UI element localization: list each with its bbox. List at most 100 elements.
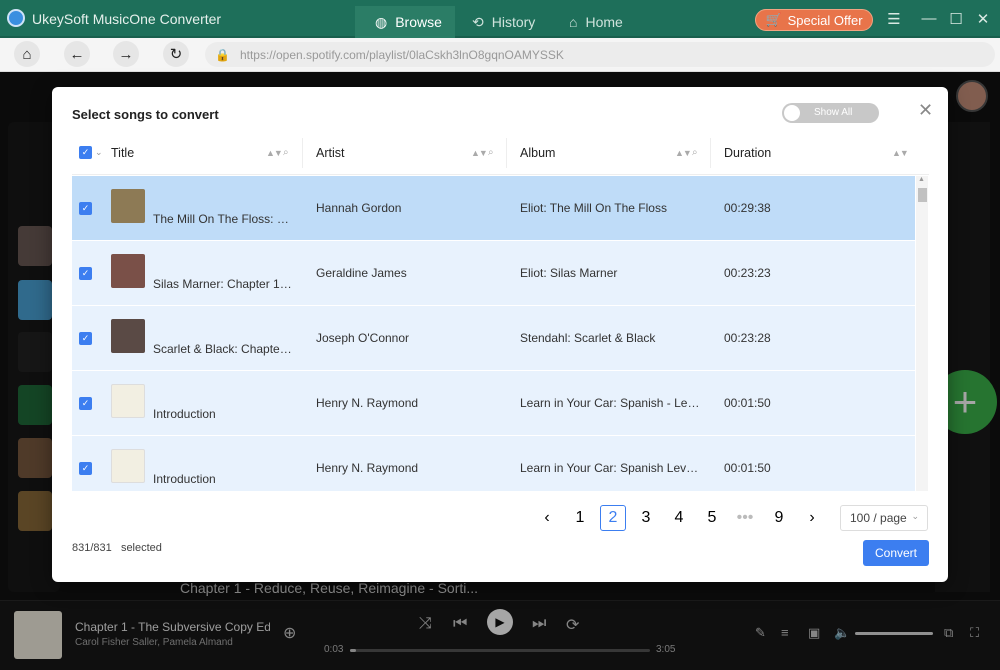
table-row[interactable]: ✓ Silas Marner: Chapter 1, ... Geraldine… (72, 241, 915, 306)
page-1[interactable]: 1 (567, 505, 593, 531)
check-icon: ✓ (79, 146, 92, 159)
cart-icon: 🛒 (765, 12, 782, 27)
search-icon[interactable]: ⌕ (283, 147, 289, 158)
row-artist: Hannah Gordon (316, 201, 402, 215)
table-row[interactable]: ✓ Scarlet & Black: Chapter ... Joseph O'… (72, 306, 915, 371)
row-album: Eliot: Silas Marner (520, 266, 618, 280)
app-title: UkeySoft MusicOne Converter (32, 11, 222, 27)
album-thumb (111, 384, 145, 418)
row-checkbox[interactable]: ✓ (79, 267, 92, 280)
column-duration[interactable]: Duration ▲▼ (724, 130, 914, 175)
page-4[interactable]: 4 (666, 505, 692, 531)
sort-icon[interactable]: ▲▼ (471, 148, 488, 158)
maximize-icon[interactable]: ☐ (946, 10, 966, 28)
dialog-title: Select songs to convert (72, 107, 219, 122)
arrow-right-icon: → (118, 45, 134, 63)
title-bar: UkeySoft MusicOne Converter ◍ Browse ⟲ H… (0, 0, 1000, 38)
reload-icon: ↻ (169, 46, 183, 63)
app-logo-icon (7, 9, 25, 27)
chevron-right-icon: › (809, 509, 815, 526)
row-artist: Henry N. Raymond (316, 396, 419, 410)
close-window-icon[interactable]: ✕ (973, 10, 993, 28)
arrow-left-icon: ← (69, 45, 85, 63)
songs-table-body: ✓ The Mill On The Floss: C... Hannah Gor… (72, 176, 915, 491)
next-page-button[interactable]: › (799, 505, 825, 531)
row-title: Silas Marner: Chapter 1, ... (153, 277, 293, 291)
row-artist: Geraldine James (316, 266, 407, 280)
reload-button[interactable]: ↻ (163, 41, 189, 67)
row-title: Scarlet & Black: Chapter ... (153, 342, 293, 356)
column-artist[interactable]: Artist ▲▼ ⌕ (316, 130, 506, 175)
select-all-checkbox[interactable]: ✓ ⌄ (79, 130, 103, 175)
row-duration: 00:29:38 (724, 201, 771, 215)
globe-icon: ◍ (375, 13, 388, 30)
column-divider (710, 138, 711, 168)
album-thumb (111, 254, 145, 288)
select-songs-dialog: Select songs to convert Show All ✕ ✓ ⌄ T… (52, 87, 948, 582)
row-title: The Mill On The Floss: C... (153, 212, 293, 226)
scrollbar-thumb[interactable] (918, 188, 927, 202)
row-checkbox[interactable]: ✓ (79, 332, 92, 345)
row-album: Learn in Your Car: Spanish Level 2 (520, 461, 700, 475)
row-artist: Joseph O'Connor (316, 331, 410, 345)
url-field[interactable]: 🔒 https://open.spotify.com/playlist/0laC… (205, 42, 995, 67)
table-row[interactable]: ✓ Introduction Henry N. Raymond Learn in… (72, 371, 915, 436)
table-row[interactable]: ✓ The Mill On The Floss: C... Hannah Gor… (72, 176, 915, 241)
selected-count: 831/831 selected (72, 542, 162, 554)
search-icon[interactable]: ⌕ (692, 147, 698, 158)
sort-icon[interactable]: ▲▼ (892, 148, 909, 158)
minimize-icon[interactable]: — (919, 10, 939, 27)
prev-page-button[interactable]: ‹ (534, 505, 560, 531)
row-artist: Henry N. Raymond (316, 461, 419, 475)
menu-icon[interactable]: ☰ (884, 10, 904, 28)
home-nav-button[interactable]: ⌂ (14, 41, 40, 67)
chevron-left-icon: ‹ (544, 509, 550, 526)
column-title[interactable]: Title ▲▼ ⌕ (111, 130, 301, 175)
home-icon: ⌂ (22, 45, 32, 63)
row-title: Introduction (153, 407, 216, 421)
sort-icon[interactable]: ▲▼ (266, 148, 283, 158)
row-checkbox[interactable]: ✓ (79, 462, 92, 475)
column-divider (506, 138, 507, 168)
tab-home[interactable]: ⌂ Home (549, 6, 649, 38)
tab-history[interactable]: ⟲ History (452, 6, 562, 38)
tab-browse[interactable]: ◍ Browse (355, 6, 455, 38)
page-ellipsis[interactable]: ••• (732, 505, 758, 531)
page-9[interactable]: 9 (766, 505, 792, 531)
album-thumb (111, 319, 145, 353)
row-duration: 00:01:50 (724, 396, 771, 410)
scroll-up-icon[interactable]: ▲ (918, 176, 925, 183)
row-checkbox[interactable]: ✓ (79, 202, 92, 215)
page-5[interactable]: 5 (699, 505, 725, 531)
forward-button[interactable]: → (113, 41, 139, 67)
per-page-select[interactable]: 100 / page ⌄ (840, 505, 928, 531)
table-row[interactable]: ✓ Introduction Henry N. Raymond Learn in… (72, 436, 915, 491)
table-header: ✓ ⌄ Title ▲▼ ⌕ Artist ▲▼ ⌕ Album ▲▼ ⌕ Du… (72, 130, 929, 175)
page-3[interactable]: 3 (633, 505, 659, 531)
table-scrollbar[interactable]: ▲ (916, 176, 928, 491)
sort-icon[interactable]: ▲▼ (675, 148, 692, 158)
close-icon[interactable]: ✕ (918, 100, 933, 121)
row-duration: 00:23:23 (724, 266, 771, 280)
album-thumb (111, 449, 145, 483)
show-all-toggle[interactable]: Show All (782, 103, 879, 123)
address-bar: ⌂ ← → ↻ 🔒 https://open.spotify.com/playl… (0, 38, 1000, 72)
column-divider (302, 138, 303, 168)
row-album: Stendahl: Scarlet & Black (520, 331, 656, 345)
row-duration: 00:01:50 (724, 461, 771, 475)
special-offer-button[interactable]: 🛒 Special Offer (755, 9, 873, 31)
back-button[interactable]: ← (64, 41, 90, 67)
column-album[interactable]: Album ▲▼ ⌕ (520, 130, 710, 175)
convert-button[interactable]: Convert (863, 540, 929, 566)
album-thumb (111, 189, 145, 223)
home-icon: ⌂ (569, 14, 578, 30)
search-icon[interactable]: ⌕ (488, 147, 494, 158)
row-checkbox[interactable]: ✓ (79, 397, 92, 410)
chevron-down-icon: ⌄ (911, 511, 919, 521)
chevron-down-icon[interactable]: ⌄ (95, 147, 103, 158)
show-all-label: Show All (814, 107, 853, 118)
row-duration: 00:23:28 (724, 331, 771, 345)
toggle-knob (784, 105, 800, 121)
page-2[interactable]: 2 (600, 505, 626, 531)
row-album: Learn in Your Car: Spanish - Leve... (520, 396, 700, 410)
